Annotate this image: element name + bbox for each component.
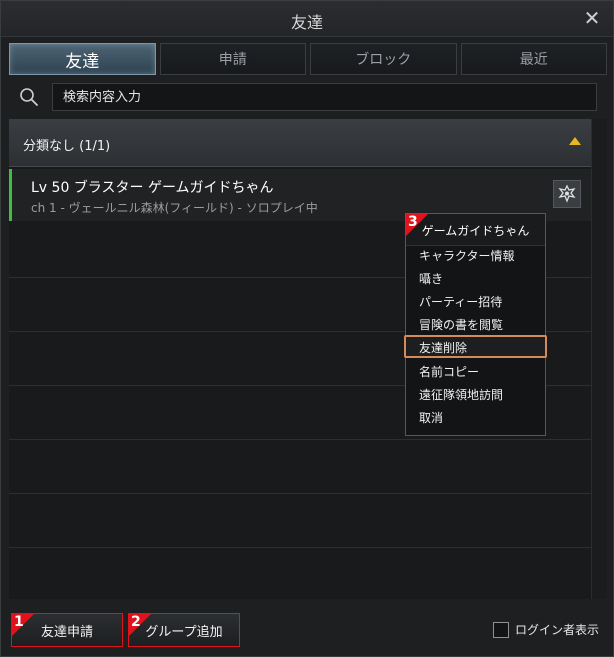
friends-window: 友達 ✕ 友達 申請 ブロック 最近 分類なし (1/1) Lv 50 ブラスタ… — [0, 0, 614, 657]
add-group-label: グループ追加 — [145, 624, 223, 640]
online-status-bar — [9, 169, 12, 221]
close-icon[interactable]: ✕ — [581, 7, 603, 29]
tab-requests[interactable]: 申請 — [159, 43, 306, 75]
list-divider — [9, 439, 591, 440]
menu-item-whisper[interactable]: 囁き — [406, 267, 545, 290]
list-divider — [9, 547, 591, 548]
menu-item-party-invite[interactable]: パーティー招待 — [406, 290, 545, 313]
annotation-number: 2 — [131, 614, 141, 630]
tab-recent[interactable]: 最近 — [460, 43, 607, 75]
menu-item-adventure-book[interactable]: 冒険の書を閲覧 — [406, 313, 545, 336]
search-input[interactable] — [52, 83, 597, 111]
tab-friends[interactable]: 友達 — [9, 43, 156, 75]
class-emblem-icon — [553, 180, 581, 208]
search-icon[interactable] — [19, 87, 39, 107]
footer: 友達申請 1 グループ追加 2 ログイン者表示 — [1, 605, 613, 657]
tab-bar: 友達 申請 ブロック 最近 — [9, 43, 607, 75]
show-online-toggle[interactable]: ログイン者表示 — [492, 621, 599, 638]
menu-item-cancel[interactable]: 取消 — [406, 406, 545, 429]
annotation-number: 3 — [408, 214, 418, 230]
friend-name: Lv 50 ブラスター ゲームガイドちゃん — [31, 180, 274, 196]
scrollbar[interactable] — [591, 119, 607, 599]
show-online-label: ログイン者表示 — [514, 623, 599, 637]
show-online-checkbox[interactable] — [492, 621, 509, 638]
search-row — [9, 81, 607, 113]
group-header[interactable]: 分類なし (1/1) — [9, 119, 591, 167]
group-label: 分類なし (1/1) — [23, 139, 111, 154]
context-menu: ゲームガイドちゃん キャラクター情報 囁き パーティー招待 冒険の書を閲覧 友達… — [404, 213, 547, 436]
window-title: 友達 — [290, 13, 323, 32]
chevron-up-icon[interactable] — [569, 137, 581, 145]
title-bar: 友達 ✕ — [1, 1, 613, 37]
list-divider — [9, 493, 591, 494]
menu-item-copy-name[interactable]: 名前コピー — [406, 360, 545, 383]
tab-blocked[interactable]: ブロック — [310, 43, 457, 75]
menu-item-character-info[interactable]: キャラクター情報 — [406, 244, 545, 267]
add-friend-label: 友達申請 — [40, 624, 93, 640]
menu-item-delete-friend[interactable]: 友達削除 — [404, 335, 547, 358]
friend-location: ch 1 - ヴェールニル森林(フィールド) - ソロプレイ中 — [31, 201, 318, 215]
menu-item-visit-estate[interactable]: 遠征隊領地訪問 — [406, 383, 545, 406]
annotation-number: 1 — [14, 614, 24, 630]
